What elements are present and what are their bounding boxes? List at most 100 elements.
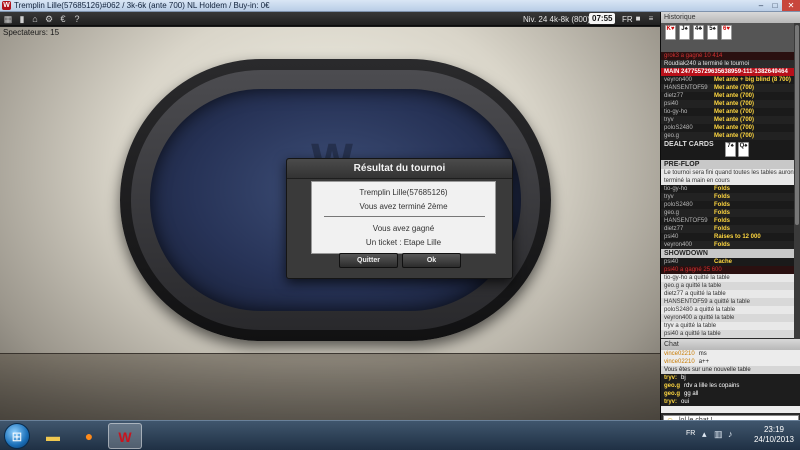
- chat-author: vince02210: [664, 359, 695, 365]
- windows-taskbar: ⊞ ▬ ● W FR ▴ ▥ ♪ 23:19 24/10/2013: [0, 420, 800, 450]
- history-action-row: dietz77 Met ante (700): [661, 92, 800, 100]
- stats-icon[interactable]: ▮: [17, 14, 27, 24]
- history-scrollbar[interactable]: [794, 23, 800, 343]
- home-icon[interactable]: ⌂: [30, 14, 40, 24]
- tray-clock[interactable]: 23:19 24/10/2013: [752, 425, 796, 445]
- dialog-body: Tremplin Lille(57685126) Vous avez termi…: [311, 181, 496, 254]
- prize-value: Un ticket : Etape Lille: [365, 238, 442, 247]
- tournament-result-dialog: Résultat du tournoi Tremplin Lille(57685…: [286, 158, 513, 279]
- spectator-count: Spectateurs: 15: [3, 28, 60, 37]
- maximize-button[interactable]: □: [768, 0, 782, 11]
- hole-card: 7♠: [725, 142, 736, 157]
- player-action: Cache: [714, 259, 733, 265]
- chat-message: Vous êtes sur une nouvelle table: [661, 366, 800, 374]
- chat-author: geo.g: [664, 391, 680, 397]
- network-icon[interactable]: ▥: [714, 429, 723, 440]
- table-toolbar: ▦ ▮ ⌂ ⚙ € ? Niv. 24 4k-8k (800) 07:55 FR…: [0, 12, 660, 26]
- hand-history-list[interactable]: grok3 a gagné 10 414 Roudiak240 a termin…: [661, 52, 800, 342]
- tray-up-icon[interactable]: ▴: [702, 429, 707, 440]
- player-name: dietz77: [664, 226, 684, 232]
- history-action-row: tryv Met ante (700): [661, 116, 800, 124]
- side-panel: Historique K♥ J♠ 4♣ 5♠ 6♥ grok3 a gagné …: [660, 12, 800, 426]
- history-action-row: psi40 Cache: [661, 258, 800, 266]
- board-card: J♠: [679, 25, 690, 40]
- window-title-bar: W Tremplin Lille(57685126)#062 / 3k-6k (…: [0, 0, 800, 12]
- player-name: psi40: [664, 234, 679, 240]
- chat-message: tryv: bj: [661, 374, 800, 382]
- history-action-row: geo.g Folds: [661, 209, 800, 217]
- left-table-row: HANSENTOF59 a quitté la table: [661, 298, 800, 306]
- history-action-row: psi40 Raises to 12 000: [661, 233, 800, 241]
- help-icon[interactable]: ?: [72, 14, 82, 24]
- history-action-row: veyron400 Folds: [661, 241, 800, 249]
- close-button[interactable]: ✕: [782, 0, 800, 11]
- board-cards: K♥ J♠ 4♣ 5♠ 6♥: [661, 23, 800, 52]
- player-name: veyron400: [664, 77, 693, 83]
- chat-author: vince02210: [664, 351, 695, 357]
- left-table-row: dietz77 a quitté la table: [661, 290, 800, 298]
- lobby-icon[interactable]: ▦: [3, 14, 13, 24]
- player-action: Folds: [714, 194, 730, 200]
- player-action: Met ante (700): [714, 117, 755, 123]
- board-card: 4♣: [693, 25, 704, 40]
- prize-label: Vous avez gagné: [372, 224, 435, 233]
- chat-text: Vous êtes sur une nouvelle table: [664, 367, 751, 373]
- chat-text: oui: [681, 399, 690, 405]
- history-header[interactable]: Historique: [661, 12, 800, 23]
- player-name: HANSENTOF59: [664, 85, 708, 91]
- board-card: 6♥: [721, 25, 732, 40]
- chat-message: geo.g gg all: [661, 390, 800, 398]
- history-action-row: poloS2480 Folds: [661, 201, 800, 209]
- minimize-button[interactable]: –: [754, 0, 768, 11]
- firefox-icon[interactable]: ●: [72, 423, 106, 449]
- left-table-row: geo.g a quitté la table: [661, 282, 800, 290]
- volume-icon[interactable]: ♪: [728, 429, 733, 439]
- explorer-icon[interactable]: ▬: [36, 423, 70, 449]
- currency-icon[interactable]: €: [58, 14, 68, 24]
- player-name: tio-gy-ho: [664, 186, 688, 192]
- chat-header[interactable]: Chat: [661, 339, 800, 350]
- chat-message: vince02210 ms: [661, 350, 800, 358]
- winner-line: grok3 a gagné 10 414: [661, 52, 800, 60]
- ok-button[interactable]: Ok: [402, 253, 461, 268]
- player-name: tryv: [664, 117, 674, 123]
- left-table-row: poloS2480 a quitté la table: [661, 306, 800, 314]
- showdown-header: SHOWDOWN: [661, 249, 800, 258]
- player-action: Raises to 12 000: [714, 234, 761, 240]
- history-action-row: psi40 Met ante (700): [661, 100, 800, 108]
- window-title: Tremplin Lille(57685126)#062 / 3k-6k (an…: [14, 1, 270, 10]
- language-label[interactable]: FR: [622, 15, 633, 24]
- flag-icon[interactable]: ■: [633, 14, 643, 24]
- left-table-row: tio-gy-ho a quitté la table: [661, 274, 800, 282]
- dialog-title: Résultat du tournoi: [287, 159, 512, 179]
- action-bar-area: [0, 353, 660, 420]
- left-table-row: veyron400 a quitté la table: [661, 314, 800, 322]
- chat-author: geo.g: [664, 383, 680, 389]
- chat-text: a++: [698, 359, 710, 365]
- chat-author: tryv:: [664, 375, 678, 381]
- left-table-row: tryv a quitté la table: [661, 322, 800, 330]
- player-action: Folds: [714, 186, 730, 192]
- player-action: Met ante (700): [714, 125, 755, 131]
- menu-icon[interactable]: ≡: [646, 14, 656, 24]
- settings-icon[interactable]: ⚙: [44, 14, 54, 24]
- winamax-taskbar-icon[interactable]: W: [108, 423, 142, 449]
- history-action-row: poloS2480 Met ante (700): [661, 124, 800, 132]
- chat-text: ms: [698, 351, 707, 357]
- scroll-thumb[interactable]: [795, 25, 799, 225]
- tray-language[interactable]: FR: [686, 430, 695, 437]
- dialog-divider: [324, 216, 485, 217]
- player-action: Met ante + big blind (8 700): [714, 77, 791, 83]
- left-table-row: psi40 a quitté la table: [661, 330, 800, 338]
- preflop-section: tio-gy-ho Folds tryv Folds poloS2480 Folds geo…: [661, 185, 800, 249]
- chat-author: tryv:: [664, 399, 678, 405]
- player-action: Folds: [714, 226, 730, 232]
- history-action-row: veyron400 Met ante + big blind (8 700): [661, 76, 800, 84]
- start-button[interactable]: ⊞: [4, 423, 30, 449]
- level-clock: 07:55: [589, 13, 616, 24]
- chat-message: tryv: oui: [661, 398, 800, 406]
- quit-button[interactable]: Quitter: [339, 253, 398, 268]
- history-action-row: geo.g Met ante (700): [661, 132, 800, 140]
- player-action: Met ante (700): [714, 133, 755, 139]
- history-action-row: tio-gy-ho Folds: [661, 185, 800, 193]
